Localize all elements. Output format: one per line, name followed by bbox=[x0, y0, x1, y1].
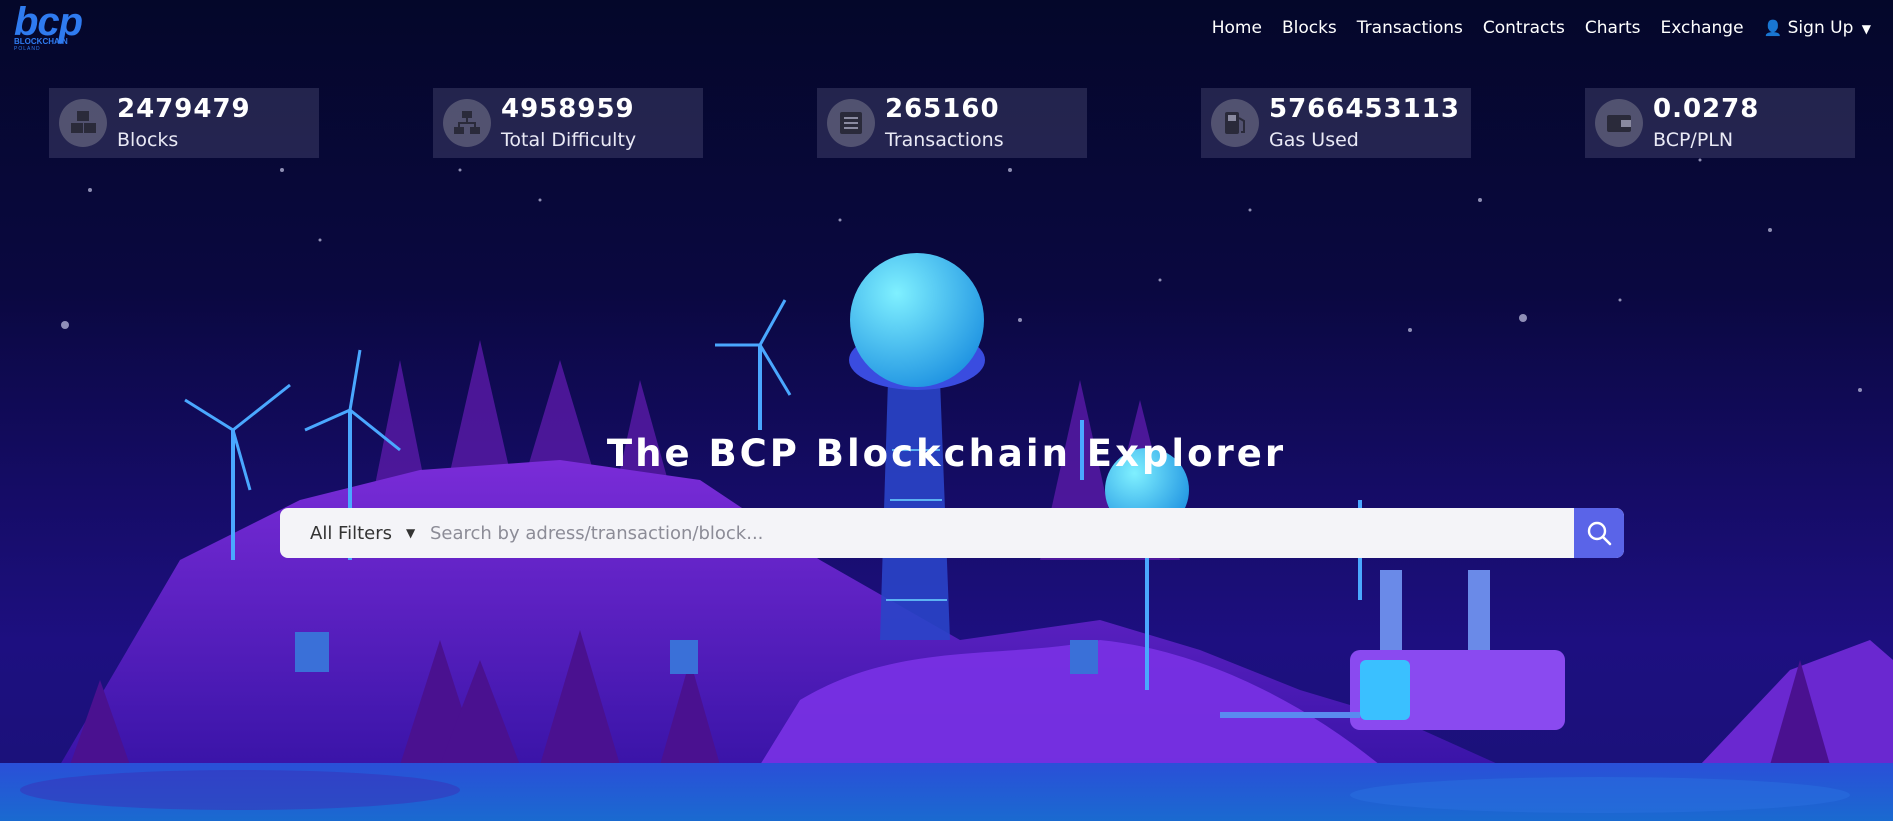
sign-up-label: Sign Up bbox=[1787, 18, 1854, 38]
stat-label: Total Difficulty bbox=[501, 129, 637, 151]
bcp-logo[interactable]: bcp BLOCKCHAIN POLAND bbox=[14, 0, 134, 52]
main-nav: Home Blocks Transactions Contracts Chart… bbox=[1202, 16, 1881, 41]
cubes-icon bbox=[59, 99, 107, 147]
chevron-down-icon: ▼ bbox=[1861, 22, 1871, 36]
nav-transactions[interactable]: Transactions bbox=[1347, 16, 1473, 41]
stat-value: 265160 bbox=[885, 94, 1000, 124]
stat-total-difficulty: 4958959 Total Difficulty bbox=[433, 88, 703, 158]
search-input[interactable] bbox=[428, 508, 1574, 558]
fuel-pump-icon bbox=[1211, 99, 1259, 147]
chevron-down-icon: ▼ bbox=[406, 526, 416, 540]
stat-gas-used: 5766453113 Gas Used bbox=[1201, 88, 1471, 158]
stat-value: 0.0278 bbox=[1653, 94, 1760, 124]
search-bar: All Filters ▼ bbox=[280, 508, 1624, 558]
nav-charts[interactable]: Charts bbox=[1575, 16, 1651, 41]
nav-contracts[interactable]: Contracts bbox=[1473, 16, 1575, 41]
stat-blocks: 2479479 Blocks bbox=[49, 88, 319, 158]
list-icon bbox=[827, 99, 875, 147]
stat-bcp-pln: 0.0278 BCP/PLN bbox=[1585, 88, 1855, 158]
stat-label: Gas Used bbox=[1269, 129, 1359, 151]
stat-transactions: 265160 Transactions bbox=[817, 88, 1087, 158]
stat-value: 5766453113 bbox=[1269, 94, 1460, 124]
network-icon bbox=[443, 99, 491, 147]
user-icon: 👤 bbox=[1763, 19, 1783, 37]
stat-label: Transactions bbox=[885, 129, 1004, 151]
nav-sign-up[interactable]: 👤 Sign Up ▼ bbox=[1754, 16, 1881, 41]
filter-dropdown[interactable]: All Filters ▼ bbox=[280, 508, 428, 558]
wallet-icon bbox=[1595, 99, 1643, 147]
search-icon bbox=[1587, 521, 1612, 546]
nav-home[interactable]: Home bbox=[1202, 16, 1272, 41]
stat-value: 4958959 bbox=[501, 94, 635, 124]
logo-region: POLAND bbox=[14, 46, 41, 52]
stat-label: BCP/PLN bbox=[1653, 129, 1734, 151]
stat-value: 2479479 bbox=[117, 94, 251, 124]
nav-exchange[interactable]: Exchange bbox=[1650, 16, 1753, 41]
filter-label: All Filters bbox=[310, 522, 392, 544]
nav-blocks[interactable]: Blocks bbox=[1272, 16, 1347, 41]
stat-label: Blocks bbox=[117, 129, 179, 151]
logo-mark: bcp bbox=[14, 0, 83, 44]
page-title: The BCP Blockchain Explorer bbox=[606, 432, 1287, 475]
top-navigation-bar: bcp BLOCKCHAIN POLAND Home Blocks Transa… bbox=[0, 0, 1893, 58]
search-button[interactable] bbox=[1574, 508, 1624, 558]
